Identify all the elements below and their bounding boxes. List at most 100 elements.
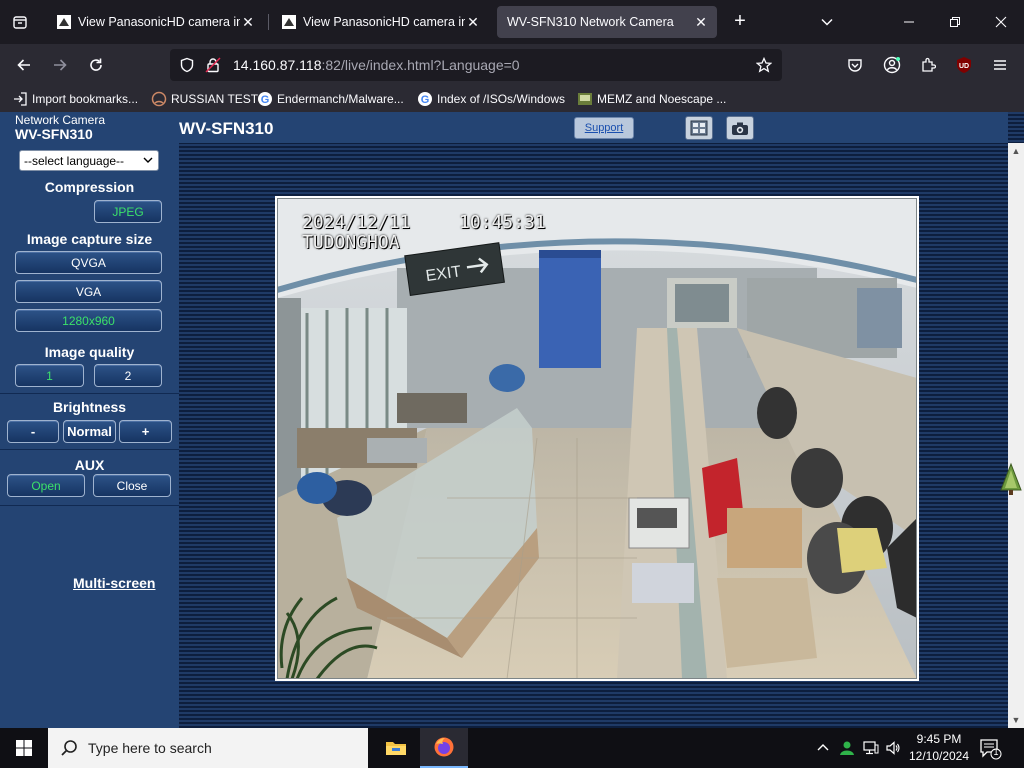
- extensions-icon[interactable]: [913, 50, 943, 80]
- bookmark-isos-windows[interactable]: G Index of /ISOs/Windows: [417, 90, 565, 108]
- brightness-minus-button[interactable]: -: [7, 420, 59, 443]
- close-tab-icon[interactable]: ✕: [240, 14, 256, 31]
- aux-close-button[interactable]: Close: [93, 474, 171, 497]
- osd-time: 10:45:31: [459, 212, 546, 233]
- camera-page: Network Camera WV-SFN310 WV-SFN310 Suppo…: [0, 112, 1024, 728]
- bookmark-star-icon[interactable]: [756, 57, 772, 73]
- forward-arrow-icon[interactable]: [45, 50, 75, 80]
- lock-insecure-icon[interactable]: [205, 57, 221, 73]
- section-divider: [0, 393, 179, 394]
- multi-screen-link[interactable]: Multi-screen: [73, 575, 155, 591]
- taskbar-firefox[interactable]: [420, 728, 468, 768]
- section-divider: [0, 449, 179, 450]
- quality-2-button[interactable]: 2: [94, 364, 162, 387]
- browser-tab-3[interactable]: WV-SFN310 Network Camera ✕: [497, 6, 717, 38]
- windows-taskbar: Type here to search 9:45 PM 12/10/2024 1: [0, 728, 1024, 768]
- minimize-window-button[interactable]: [886, 0, 932, 44]
- brightness-label: Brightness: [52, 399, 127, 415]
- ublock-origin-icon[interactable]: UD: [949, 50, 979, 80]
- firefox-icon: [434, 737, 454, 757]
- volume-icon[interactable]: [884, 739, 902, 757]
- network-camera-label: Network Camera: [15, 113, 106, 127]
- language-select[interactable]: --select language--: [19, 150, 159, 171]
- bookmark-label: Index of /ISOs/Windows: [437, 92, 566, 106]
- restore-window-button[interactable]: [932, 0, 978, 44]
- folder-icon: [386, 742, 406, 755]
- support-button[interactable]: Support: [574, 117, 634, 139]
- svg-text:UD: UD: [959, 63, 969, 70]
- bookmark-import[interactable]: Import bookmarks...: [12, 90, 138, 108]
- browser-tab-2[interactable]: View PanasonicHD camera in Vi ✕: [273, 6, 489, 38]
- bookmark-favicon-icon: [578, 93, 592, 105]
- tab-title: WV-SFN310 Network Camera: [507, 15, 674, 29]
- jpeg-button[interactable]: JPEG: [94, 200, 162, 223]
- reload-icon[interactable]: [81, 50, 111, 80]
- scroll-down-arrow-icon[interactable]: ▼: [1008, 712, 1024, 728]
- user-tray-icon[interactable]: [838, 739, 856, 757]
- svg-text:G: G: [421, 94, 430, 106]
- svg-text:G: G: [261, 94, 270, 106]
- camera-icon: [732, 122, 748, 135]
- live-video-image[interactable]: EXIT 2024/12/11 10:45:31 TUDONGHOA: [277, 198, 917, 679]
- live-video-frame: EXIT 2024/12/11 10:45:31 TUDONGHOA: [275, 196, 919, 681]
- browser-tab-bar: View PanasonicHD camera in Ja ✕ View Pan…: [0, 0, 1024, 44]
- notification-count: 1: [993, 747, 999, 757]
- clock-time: 9:45 PM: [916, 732, 962, 746]
- image-quality-label: Image quality: [44, 344, 135, 360]
- brightness-plus-button[interactable]: +: [119, 420, 172, 443]
- floating-tree-icon[interactable]: [999, 462, 1023, 496]
- taskbar-open-window-preview[interactable]: [468, 728, 692, 768]
- back-arrow-icon[interactable]: [9, 50, 39, 80]
- osd-date: 2024/12/11: [302, 212, 411, 233]
- fullscreen-button[interactable]: [685, 116, 713, 140]
- bookmark-endermanch[interactable]: G Endermanch/Malware...: [257, 90, 404, 108]
- control-panel: --select language-- Compression JPEG Ima…: [0, 143, 179, 728]
- snapshot-button[interactable]: [726, 116, 754, 140]
- chevron-up-icon[interactable]: [814, 739, 832, 757]
- bookmark-label: RUSSIAN TEST: [171, 92, 259, 106]
- resolution-1280x960-button[interactable]: 1280x960: [15, 309, 162, 332]
- scroll-up-arrow-icon[interactable]: ▲: [1008, 143, 1024, 159]
- chevron-down-icon[interactable]: [815, 10, 839, 34]
- bookmark-russian-test[interactable]: RUSSIAN TEST: [151, 90, 258, 108]
- system-clock[interactable]: 9:45 PM 12/10/2024: [906, 731, 972, 765]
- qvga-button[interactable]: QVGA: [15, 251, 162, 274]
- tab-title: View PanasonicHD camera in Vi: [303, 15, 465, 29]
- account-icon[interactable]: [877, 50, 907, 80]
- address-bar[interactable]: 14.160.87.118:82/live/index.html?Languag…: [170, 49, 782, 81]
- quality-1-button[interactable]: 1: [15, 364, 84, 387]
- browser-navigation-bar: 14.160.87.118:82/live/index.html?Languag…: [0, 44, 1024, 86]
- vga-button[interactable]: VGA: [15, 280, 162, 303]
- page-title: WV-SFN310: [179, 119, 274, 138]
- google-icon: G: [258, 92, 272, 106]
- windows-start-button[interactable]: [0, 728, 48, 768]
- browser-tab-1[interactable]: View PanasonicHD camera in Ja ✕: [48, 6, 264, 38]
- aux-label: AUX: [74, 457, 105, 473]
- grid-view-icon: [690, 120, 708, 136]
- search-icon: [61, 740, 77, 756]
- close-tab-icon[interactable]: ✕: [693, 14, 709, 31]
- vertical-scrollbar[interactable]: ▲ ▼: [1008, 143, 1024, 728]
- menu-hamburger-icon[interactable]: [985, 50, 1015, 80]
- taskbar-file-explorer[interactable]: [372, 728, 420, 768]
- bookmark-memz[interactable]: MEMZ and Noescape ...: [577, 90, 726, 108]
- notification-center-button[interactable]: 1: [978, 736, 1002, 760]
- osd-location: TUDONGHOA: [302, 232, 400, 253]
- taskbar-search-box[interactable]: Type here to search: [48, 728, 368, 768]
- aux-open-button[interactable]: Open: [7, 474, 85, 497]
- network-icon[interactable]: [862, 739, 880, 757]
- scrollbar-thumb[interactable]: [1011, 161, 1021, 709]
- brightness-normal-button[interactable]: Normal: [63, 420, 116, 443]
- bookmark-label: MEMZ and Noescape ...: [597, 92, 727, 106]
- new-tab-button[interactable]: +: [728, 10, 752, 34]
- capture-size-label: Image capture size: [26, 231, 153, 247]
- camera-header: Network Camera WV-SFN310 WV-SFN310 Suppo…: [0, 112, 1008, 143]
- shield-icon[interactable]: [179, 57, 195, 73]
- tab-list-icon[interactable]: [8, 8, 32, 36]
- bookmarks-toolbar: Import bookmarks... RUSSIAN TEST G Ender…: [0, 86, 1024, 112]
- pocket-icon[interactable]: [840, 50, 870, 80]
- close-window-button[interactable]: [978, 0, 1024, 44]
- header-model-label: WV-SFN310: [15, 126, 93, 142]
- windows-logo-icon: [16, 740, 32, 756]
- close-tab-icon[interactable]: ✕: [465, 14, 481, 31]
